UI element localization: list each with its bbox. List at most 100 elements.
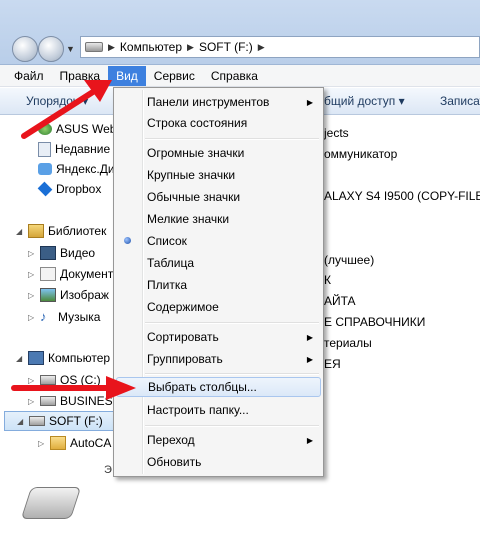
menu-details[interactable]: Таблица — [116, 253, 321, 273]
drive-icon — [40, 396, 56, 406]
nav-favorite-recent[interactable]: Недавние — [38, 139, 110, 159]
menu-edit[interactable]: Правка — [52, 66, 109, 86]
expand-arrow-icon[interactable]: ▷ — [28, 291, 36, 300]
nav-library-music[interactable]: ▷ ♪ Музыка — [28, 307, 100, 327]
nav-label: Библиотек — [48, 224, 107, 238]
nav-label: Изображ — [60, 288, 109, 302]
forward-button[interactable] — [38, 36, 64, 62]
chevron-right-icon[interactable]: ▶ — [108, 42, 115, 53]
submenu-arrow-icon: ▶ — [306, 332, 313, 342]
nav-library-images[interactable]: ▷ Изображ — [28, 285, 109, 305]
radio-selected-icon — [124, 237, 131, 244]
nav-label: Документ — [60, 267, 114, 281]
menu-choose-details[interactable]: Выбрать столбцы... — [116, 377, 321, 397]
nav-label: Dropbox — [56, 182, 102, 196]
menu-separator — [145, 322, 319, 324]
menu-file[interactable]: Файл — [6, 66, 52, 86]
list-item[interactable]: ЕЯ — [324, 357, 341, 371]
nav-favorite-yandex-disk[interactable]: Яндекс.Ди — [38, 159, 115, 179]
list-item[interactable]: (лучшее) — [324, 253, 374, 267]
list-item[interactable]: териалы — [324, 336, 372, 350]
nav-computer[interactable]: ◢ Компьютер — [16, 348, 110, 368]
nav-library-documents[interactable]: ▷ Документ — [28, 264, 113, 284]
list-item[interactable]: Е СПРАВОЧНИКИ — [324, 315, 425, 329]
view-menu-dropdown: Панели инструментов ▶ Строка состояния Ог… — [113, 87, 324, 477]
expand-arrow-icon[interactable]: ▷ — [38, 439, 46, 448]
menu-list[interactable]: Список — [116, 231, 321, 251]
menu-group-by[interactable]: Группировать ▶ — [116, 349, 321, 369]
nav-folder-autocad[interactable]: ▷ AutoCA — [38, 433, 111, 453]
menu-status-bar[interactable]: Строка состояния — [116, 113, 321, 133]
menu-view[interactable]: Вид — [108, 65, 146, 86]
menu-refresh[interactable]: Обновить — [116, 452, 321, 472]
menu-tiles[interactable]: Плитка — [116, 275, 321, 295]
recent-places-icon — [38, 141, 51, 157]
nav-label: AutoCA — [70, 436, 112, 450]
burn-button[interactable]: Записат — [440, 94, 480, 108]
nav-favorite-dropbox[interactable]: Dropbox — [37, 179, 102, 199]
menu-separator — [145, 425, 319, 427]
yandex-disk-icon — [38, 163, 52, 175]
menu-go-to[interactable]: Переход ▶ — [116, 430, 321, 450]
list-item[interactable]: К — [324, 273, 331, 287]
collapse-arrow-icon[interactable]: ◢ — [16, 227, 24, 236]
menu-bar: Файл Правка Вид Сервис Справка — [0, 65, 480, 87]
list-item[interactable]: оммуникатор — [324, 147, 397, 161]
computer-icon — [28, 351, 44, 365]
share-button[interactable]: бщий доступ ▾ — [324, 94, 405, 108]
menu-small-icons[interactable]: Мелкие значки — [116, 209, 321, 229]
menu-tools[interactable]: Сервис — [146, 66, 203, 86]
chevron-right-icon[interactable]: ▶ — [187, 42, 194, 53]
nav-drive-soft[interactable]: ◢ SOFT (F:) — [4, 411, 124, 431]
list-item[interactable]: ALAXY S4 I9500 (COPY-FILE) — [324, 189, 480, 203]
drive-icon — [29, 416, 45, 426]
nav-libraries[interactable]: ◢ Библиотек — [16, 221, 106, 241]
submenu-arrow-icon: ▶ — [306, 97, 313, 107]
menu-sort-by[interactable]: Сортировать ▶ — [116, 327, 321, 347]
expand-arrow-icon[interactable]: ▷ — [28, 249, 36, 258]
chevron-right-icon[interactable]: ▶ — [258, 42, 265, 53]
menu-toolbars[interactable]: Панели инструментов ▶ — [116, 92, 321, 112]
nav-library-video[interactable]: ▷ Видео — [28, 243, 95, 263]
nav-label: Недавние — [55, 142, 111, 156]
menu-separator — [145, 138, 319, 140]
navigation-pane: ASUS Web Недавние Яндекс.Ди Dropbox ◢ Би… — [0, 115, 124, 533]
window-header: ▼ ▶ Компьютер ▶ SOFT (F:) ▶ — [0, 0, 480, 65]
menu-customize-folder[interactable]: Настроить папку... — [116, 400, 321, 420]
menu-large-icons[interactable]: Крупные значки — [116, 165, 321, 185]
nav-label: Яндекс.Ди — [56, 162, 115, 176]
music-library-icon: ♪ — [40, 309, 47, 324]
address-bar[interactable]: ▶ Компьютер ▶ SOFT (F:) ▶ — [80, 36, 480, 58]
back-button[interactable] — [12, 36, 38, 62]
expand-arrow-icon[interactable]: ▷ — [28, 376, 36, 385]
menu-help[interactable]: Справка — [203, 66, 266, 86]
video-library-icon — [40, 246, 56, 260]
list-item[interactable]: АЙТА — [324, 294, 356, 308]
recent-pages-dropdown-icon[interactable]: ▼ — [66, 44, 75, 54]
expand-arrow-icon[interactable]: ▷ — [28, 397, 36, 406]
organize-button[interactable]: Упорядоч ▾ — [26, 94, 88, 108]
nav-drive-c[interactable]: ▷ OS (C:) — [28, 370, 101, 390]
expand-arrow-icon[interactable]: ▷ — [28, 270, 36, 279]
pictures-library-icon — [40, 288, 56, 302]
nav-label: Видео — [60, 246, 96, 260]
menu-content[interactable]: Содержимое — [116, 297, 321, 317]
submenu-arrow-icon: ▶ — [306, 435, 313, 445]
web-icon — [38, 123, 52, 135]
nav-label: OS (C:) — [60, 373, 101, 387]
nav-label: SOFT (F:) — [49, 414, 103, 428]
drive-icon — [85, 42, 103, 52]
breadcrumb-drive[interactable]: SOFT (F:) — [199, 40, 253, 54]
nav-drive-business[interactable]: ▷ BUSINESS — [28, 391, 121, 411]
libraries-icon — [28, 224, 44, 238]
folder-icon — [50, 436, 66, 450]
list-item[interactable]: jects — [324, 126, 349, 140]
menu-medium-icons[interactable]: Обычные значки — [116, 187, 321, 207]
nav-favorite-asus[interactable]: ASUS Web — [38, 119, 116, 139]
expand-arrow-icon[interactable]: ▷ — [28, 313, 36, 322]
menu-extra-large-icons[interactable]: Огромные значки — [116, 143, 321, 163]
nav-label: Компьютер — [48, 351, 111, 365]
collapse-arrow-icon[interactable]: ◢ — [17, 417, 25, 426]
collapse-arrow-icon[interactable]: ◢ — [16, 354, 24, 363]
breadcrumb-computer[interactable]: Компьютер — [120, 40, 182, 54]
